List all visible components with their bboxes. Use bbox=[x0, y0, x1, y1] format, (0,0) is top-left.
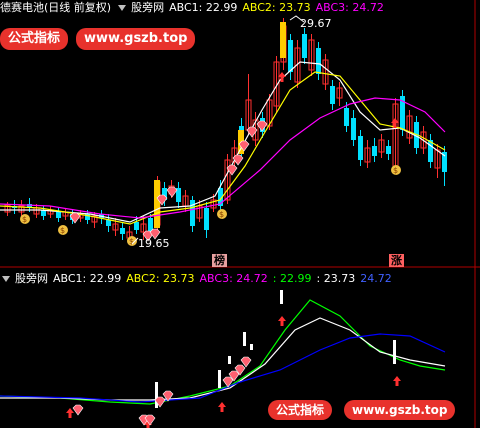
candle-body bbox=[358, 136, 363, 160]
svg-text:$: $ bbox=[393, 166, 398, 175]
gem-icon bbox=[166, 186, 178, 198]
candle-body bbox=[344, 108, 349, 126]
candle-body bbox=[302, 34, 307, 58]
up-arrow-icon bbox=[66, 408, 74, 418]
svg-text:$: $ bbox=[60, 226, 65, 235]
candle-body bbox=[204, 208, 209, 230]
candle-body bbox=[56, 212, 61, 218]
tag-bang: 榜 bbox=[212, 254, 227, 267]
signal-icons: $ $ $ $ $ bbox=[20, 15, 401, 246]
candle-body bbox=[351, 118, 356, 140]
low-price-label: 19.65 bbox=[138, 237, 170, 250]
svg-text:$: $ bbox=[22, 215, 27, 224]
gem-icon bbox=[226, 164, 238, 176]
up-arrow-icon bbox=[278, 316, 286, 326]
candle-body bbox=[386, 146, 391, 154]
candle-body bbox=[330, 86, 335, 104]
high-price-label: 29.67 bbox=[300, 17, 332, 30]
candlesticks bbox=[4, 18, 447, 244]
gem-icon bbox=[69, 212, 81, 224]
svg-text:$: $ bbox=[129, 237, 134, 246]
candle-body bbox=[372, 146, 377, 156]
signal-bar bbox=[228, 356, 231, 364]
candle-body bbox=[134, 222, 139, 230]
candle-body bbox=[120, 228, 125, 234]
candle-body bbox=[106, 220, 111, 226]
candle-body bbox=[288, 40, 293, 72]
kline-chart[interactable]: $ $ $ $ $ 29.67 19.65 bbox=[0, 0, 480, 428]
signal-bar bbox=[393, 340, 396, 364]
lower-panel bbox=[0, 290, 446, 428]
signal-bar bbox=[280, 290, 283, 304]
signal-bar bbox=[218, 370, 221, 388]
up-arrow-icon bbox=[218, 402, 226, 412]
lower-blue-line bbox=[0, 333, 446, 403]
signal-bar bbox=[155, 382, 158, 408]
svg-text:$: $ bbox=[219, 210, 224, 219]
tag-zhang: 涨 bbox=[389, 254, 404, 267]
gem-icon bbox=[72, 404, 84, 416]
candle-body bbox=[316, 48, 321, 74]
up-arrow-icon bbox=[393, 376, 401, 386]
gold-bar bbox=[280, 22, 286, 58]
gold-bar bbox=[154, 180, 160, 228]
signal-bar bbox=[250, 344, 253, 350]
signal-bar bbox=[243, 332, 246, 346]
